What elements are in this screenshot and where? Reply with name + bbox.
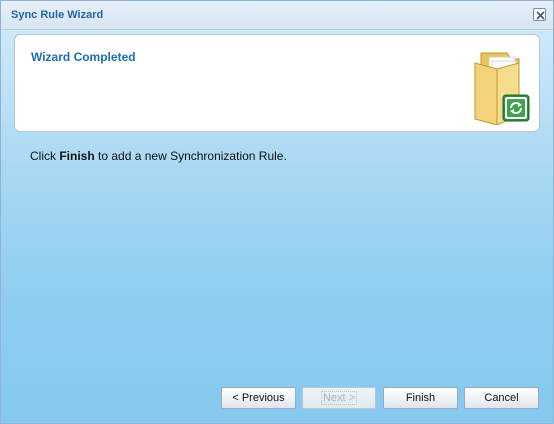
close-icon [536,11,545,20]
wizard-dialog: Sync Rule Wizard Wizard Completed Click … [0,0,554,424]
window-title: Sync Rule Wizard [11,9,104,21]
header-panel: Wizard Completed [14,34,540,132]
cancel-button[interactable]: Cancel [464,387,539,409]
folder-sync-icon [474,52,530,125]
previous-button-label: < Previous [232,392,285,404]
previous-button[interactable]: < Previous [221,387,296,409]
header-title: Wizard Completed [31,50,136,64]
instruction-text: Click Finish to add a new Synchronizatio… [30,149,287,163]
finish-button[interactable]: Finish [383,387,458,409]
next-button[interactable]: Next > [302,387,376,409]
instruction-emphasis: Finish [59,149,95,163]
instruction-prefix: Click [30,149,60,163]
next-button-label: Next > [320,391,358,405]
title-bar[interactable]: Sync Rule Wizard [1,1,553,30]
close-button[interactable] [533,8,546,21]
finish-button-label: Finish [405,392,436,404]
instruction-suffix: to add a new Synchronization Rule. [94,149,287,163]
cancel-button-label: Cancel [484,392,519,404]
